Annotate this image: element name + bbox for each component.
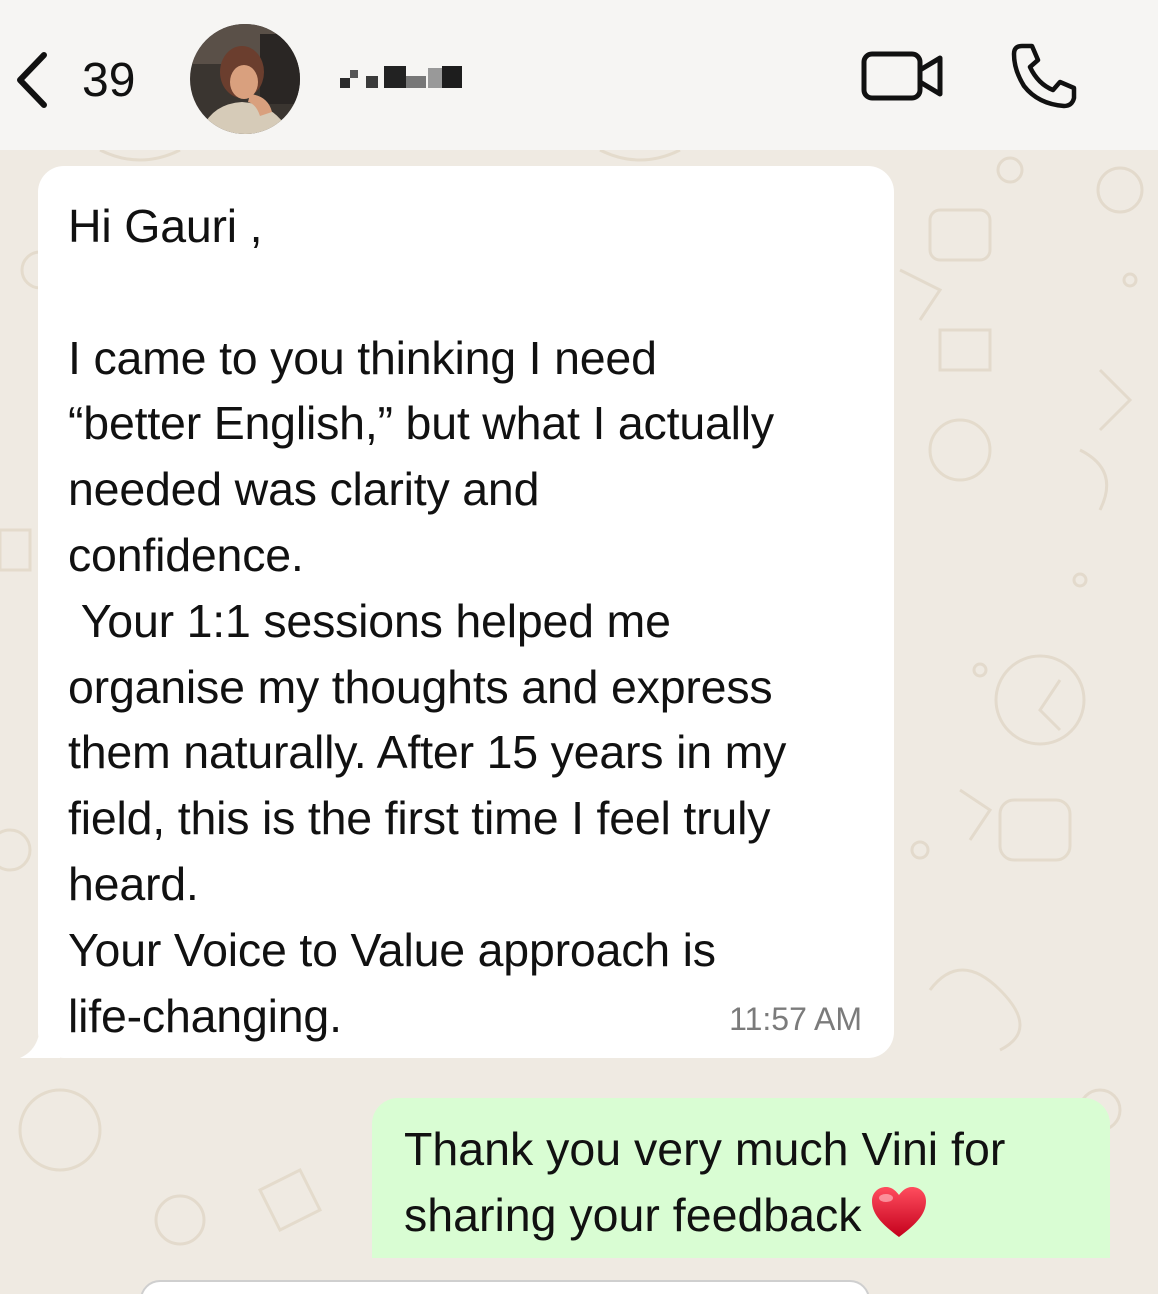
- blurred-name-graphic: [340, 66, 462, 88]
- outgoing-message-bubble[interactable]: Thank you very much Vini for sharing you…: [372, 1098, 1110, 1258]
- message-timestamp: 11:57 AM: [729, 1001, 862, 1037]
- chat-header: 39: [0, 0, 1158, 150]
- message-input-edge[interactable]: [140, 1280, 870, 1294]
- video-camera-icon: [861, 51, 943, 101]
- avatar-photo: [190, 24, 300, 134]
- voice-call-button[interactable]: [1008, 40, 1080, 112]
- chevron-left-icon: [17, 52, 47, 108]
- unread-count: 39: [82, 53, 136, 107]
- heart-icon: [871, 1187, 926, 1237]
- video-call-button[interactable]: [858, 44, 948, 108]
- outgoing-message-content: Thank you very much Vini for sharing you…: [404, 1116, 1090, 1248]
- back-button[interactable]: 39: [12, 48, 152, 112]
- contact-avatar[interactable]: [190, 24, 300, 134]
- incoming-message-bubble[interactable]: Hi Gauri , I came to you thinking I need…: [38, 166, 894, 1058]
- phone-icon: [1011, 43, 1077, 109]
- chat-area[interactable]: Hi Gauri , I came to you thinking I need…: [0, 150, 1158, 1294]
- incoming-message-text: Hi Gauri , I came to you thinking I need…: [68, 200, 787, 1042]
- contact-name-blurred[interactable]: [336, 62, 466, 96]
